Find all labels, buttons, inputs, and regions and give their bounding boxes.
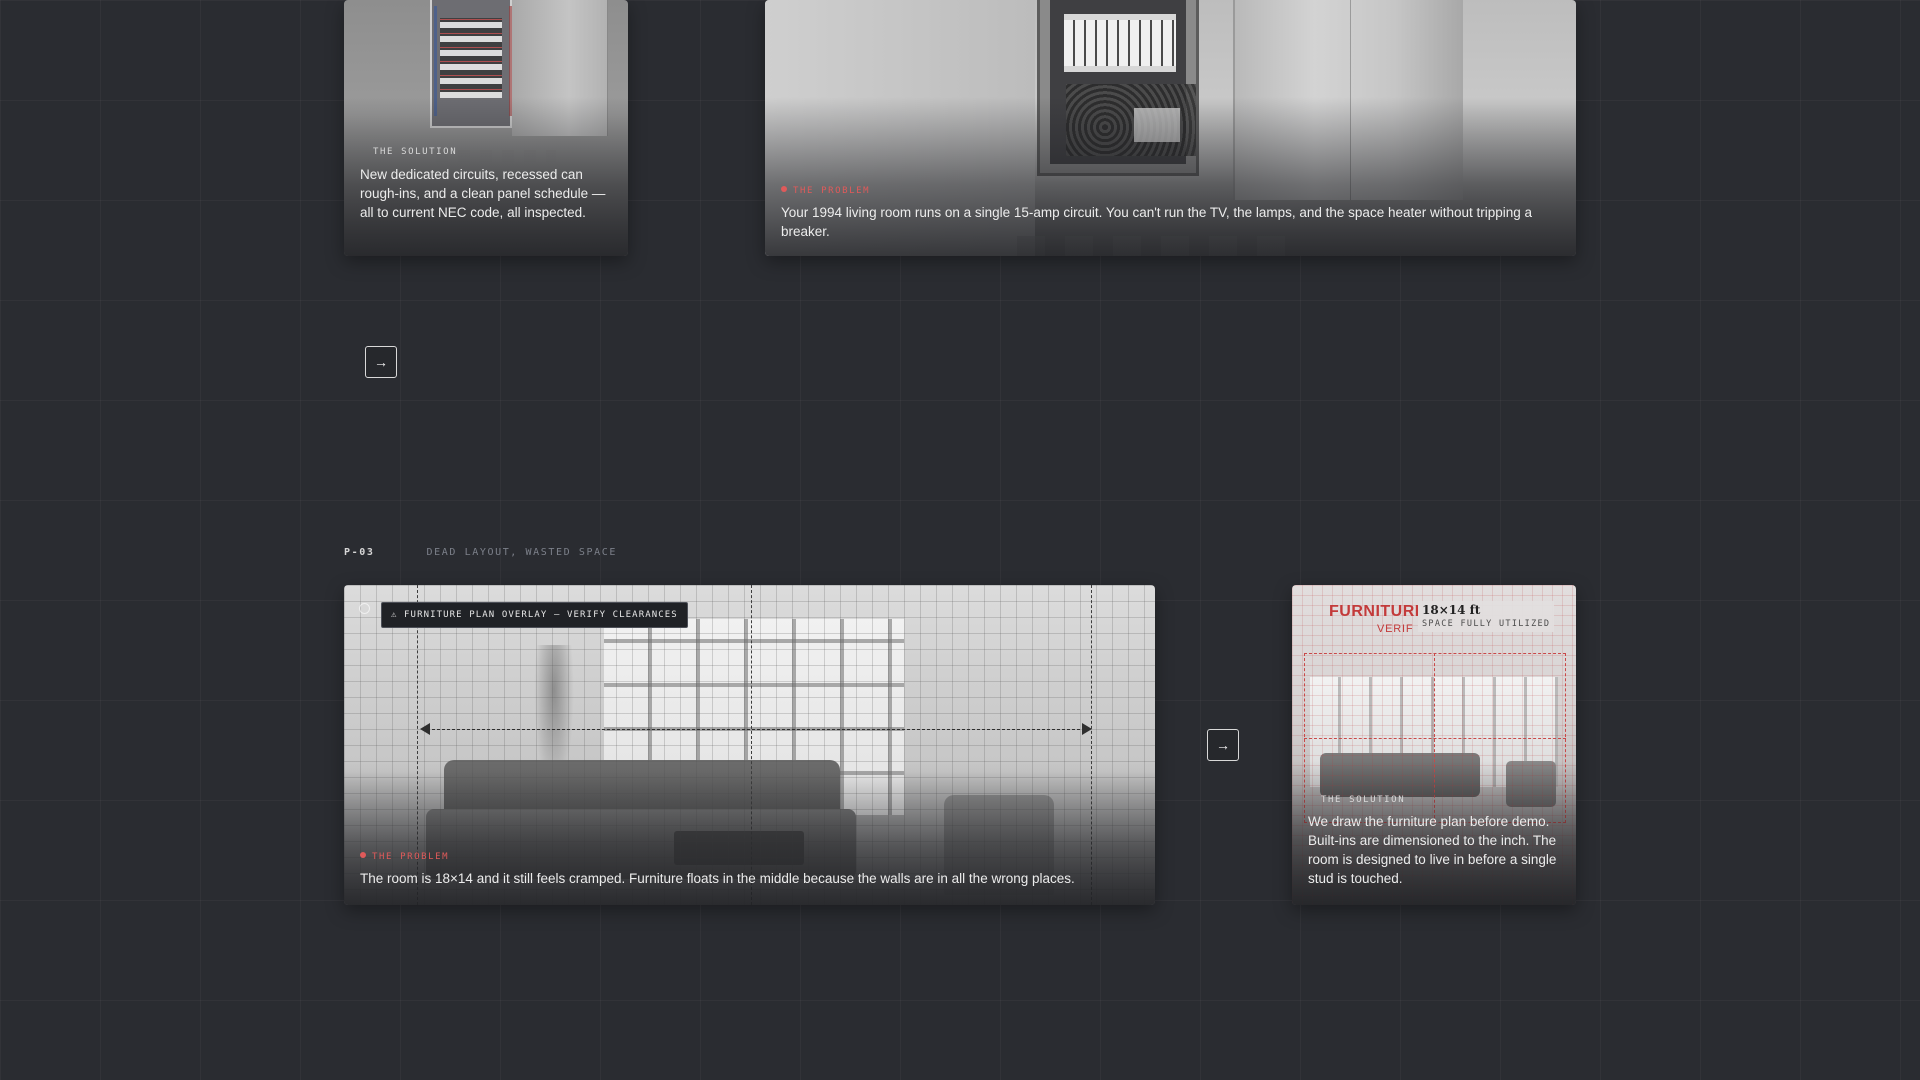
solution-tag: THE SOLUTION bbox=[373, 147, 458, 157]
section-title: DEAD LAYOUT, WASTED SPACE bbox=[426, 547, 617, 558]
dimension-arrow-left-icon bbox=[420, 723, 430, 735]
layout-solution-card: FURNITURI VERIF 18×14 ft SPACE FULLY UTI… bbox=[1292, 585, 1576, 905]
solution-caption: New dedicated circuits, recessed can rou… bbox=[360, 167, 606, 220]
panel-solution-card: THE SOLUTION New dedicated circuits, rec… bbox=[344, 0, 628, 256]
dimension-badge: 18×14 ft SPACE FULLY UTILIZED bbox=[1418, 601, 1555, 632]
dimension-note: SPACE FULLY UTILIZED bbox=[1422, 619, 1551, 629]
status-dot-icon bbox=[781, 186, 787, 192]
problem-tag: THE PROBLEM bbox=[360, 852, 449, 862]
layout-problem-card: ⚠ FURNITURE PLAN OVERLAY — VERIFY CLEARA… bbox=[344, 585, 1155, 905]
problem-tag: THE PROBLEM bbox=[781, 186, 870, 196]
arrow-right-icon: → bbox=[374, 354, 388, 370]
breaker-row-image bbox=[1064, 14, 1176, 72]
dimension-line bbox=[422, 729, 1090, 730]
section-label: P-03 DEAD LAYOUT, WASTED SPACE bbox=[344, 547, 617, 558]
next-arrow-button[interactable]: → bbox=[365, 346, 397, 378]
arrow-right-icon: → bbox=[1216, 737, 1230, 753]
solution-caption: We draw the furniture plan before demo. … bbox=[1308, 814, 1557, 886]
problem-caption: The room is 18×14 and it still feels cra… bbox=[360, 871, 1075, 886]
plan-title: FURNITURI bbox=[1329, 603, 1420, 620]
next-arrow-button[interactable]: → bbox=[1207, 729, 1239, 761]
breaker-rows-image bbox=[440, 18, 502, 98]
panel-problem-card: THE PROBLEM Your 1994 living room runs o… bbox=[765, 0, 1576, 256]
solution-tag: THE SOLUTION bbox=[1321, 795, 1406, 805]
plan-dimension-line bbox=[1304, 738, 1566, 739]
plan-overlay-warning: ⚠ FURNITURE PLAN OVERLAY — VERIFY CLEARA… bbox=[381, 602, 688, 628]
plan-subtitle: VERIF bbox=[1377, 623, 1414, 635]
dimension-arrow-right-icon bbox=[1082, 723, 1092, 735]
room-dimension: 18×14 ft bbox=[1422, 603, 1481, 617]
section-number: P-03 bbox=[344, 547, 375, 558]
problem-caption: Your 1994 living room runs on a single 1… bbox=[781, 205, 1533, 239]
status-dot-icon bbox=[360, 852, 366, 858]
status-dot-icon bbox=[359, 603, 370, 614]
